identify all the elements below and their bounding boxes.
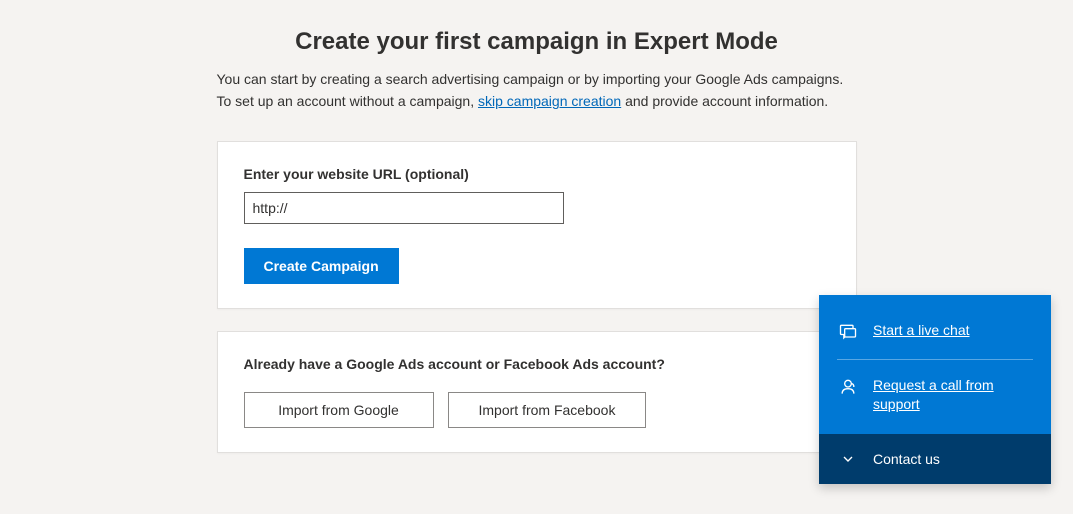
page-title: Create your first campaign in Expert Mod… <box>217 28 857 56</box>
headset-icon <box>837 376 859 398</box>
support-panel: Start a live chat Request a call from su… <box>819 295 1051 484</box>
request-call-link[interactable]: Request a call from support <box>873 376 1033 414</box>
url-card: Enter your website URL (optional) Create… <box>217 141 857 309</box>
live-chat-link[interactable]: Start a live chat <box>873 321 970 340</box>
contact-us-label: Contact us <box>873 451 940 467</box>
import-question: Already have a Google Ads account or Fac… <box>244 356 830 372</box>
contact-us-toggle[interactable]: Contact us <box>819 434 1051 484</box>
chat-icon <box>837 321 859 343</box>
create-campaign-button[interactable]: Create Campaign <box>244 248 399 284</box>
request-call-row[interactable]: Request a call from support <box>837 366 1033 424</box>
skip-campaign-link[interactable]: skip campaign creation <box>478 93 621 109</box>
import-card: Already have a Google Ads account or Fac… <box>217 331 857 453</box>
website-url-input[interactable] <box>244 192 564 224</box>
live-chat-row[interactable]: Start a live chat <box>837 311 1033 360</box>
import-facebook-button[interactable]: Import from Facebook <box>448 392 647 428</box>
chevron-down-icon <box>837 448 859 470</box>
intro-post: and provide account information. <box>621 93 828 109</box>
url-label: Enter your website URL (optional) <box>244 166 830 182</box>
intro-text: You can start by creating a search adver… <box>217 68 857 113</box>
import-google-button[interactable]: Import from Google <box>244 392 434 428</box>
